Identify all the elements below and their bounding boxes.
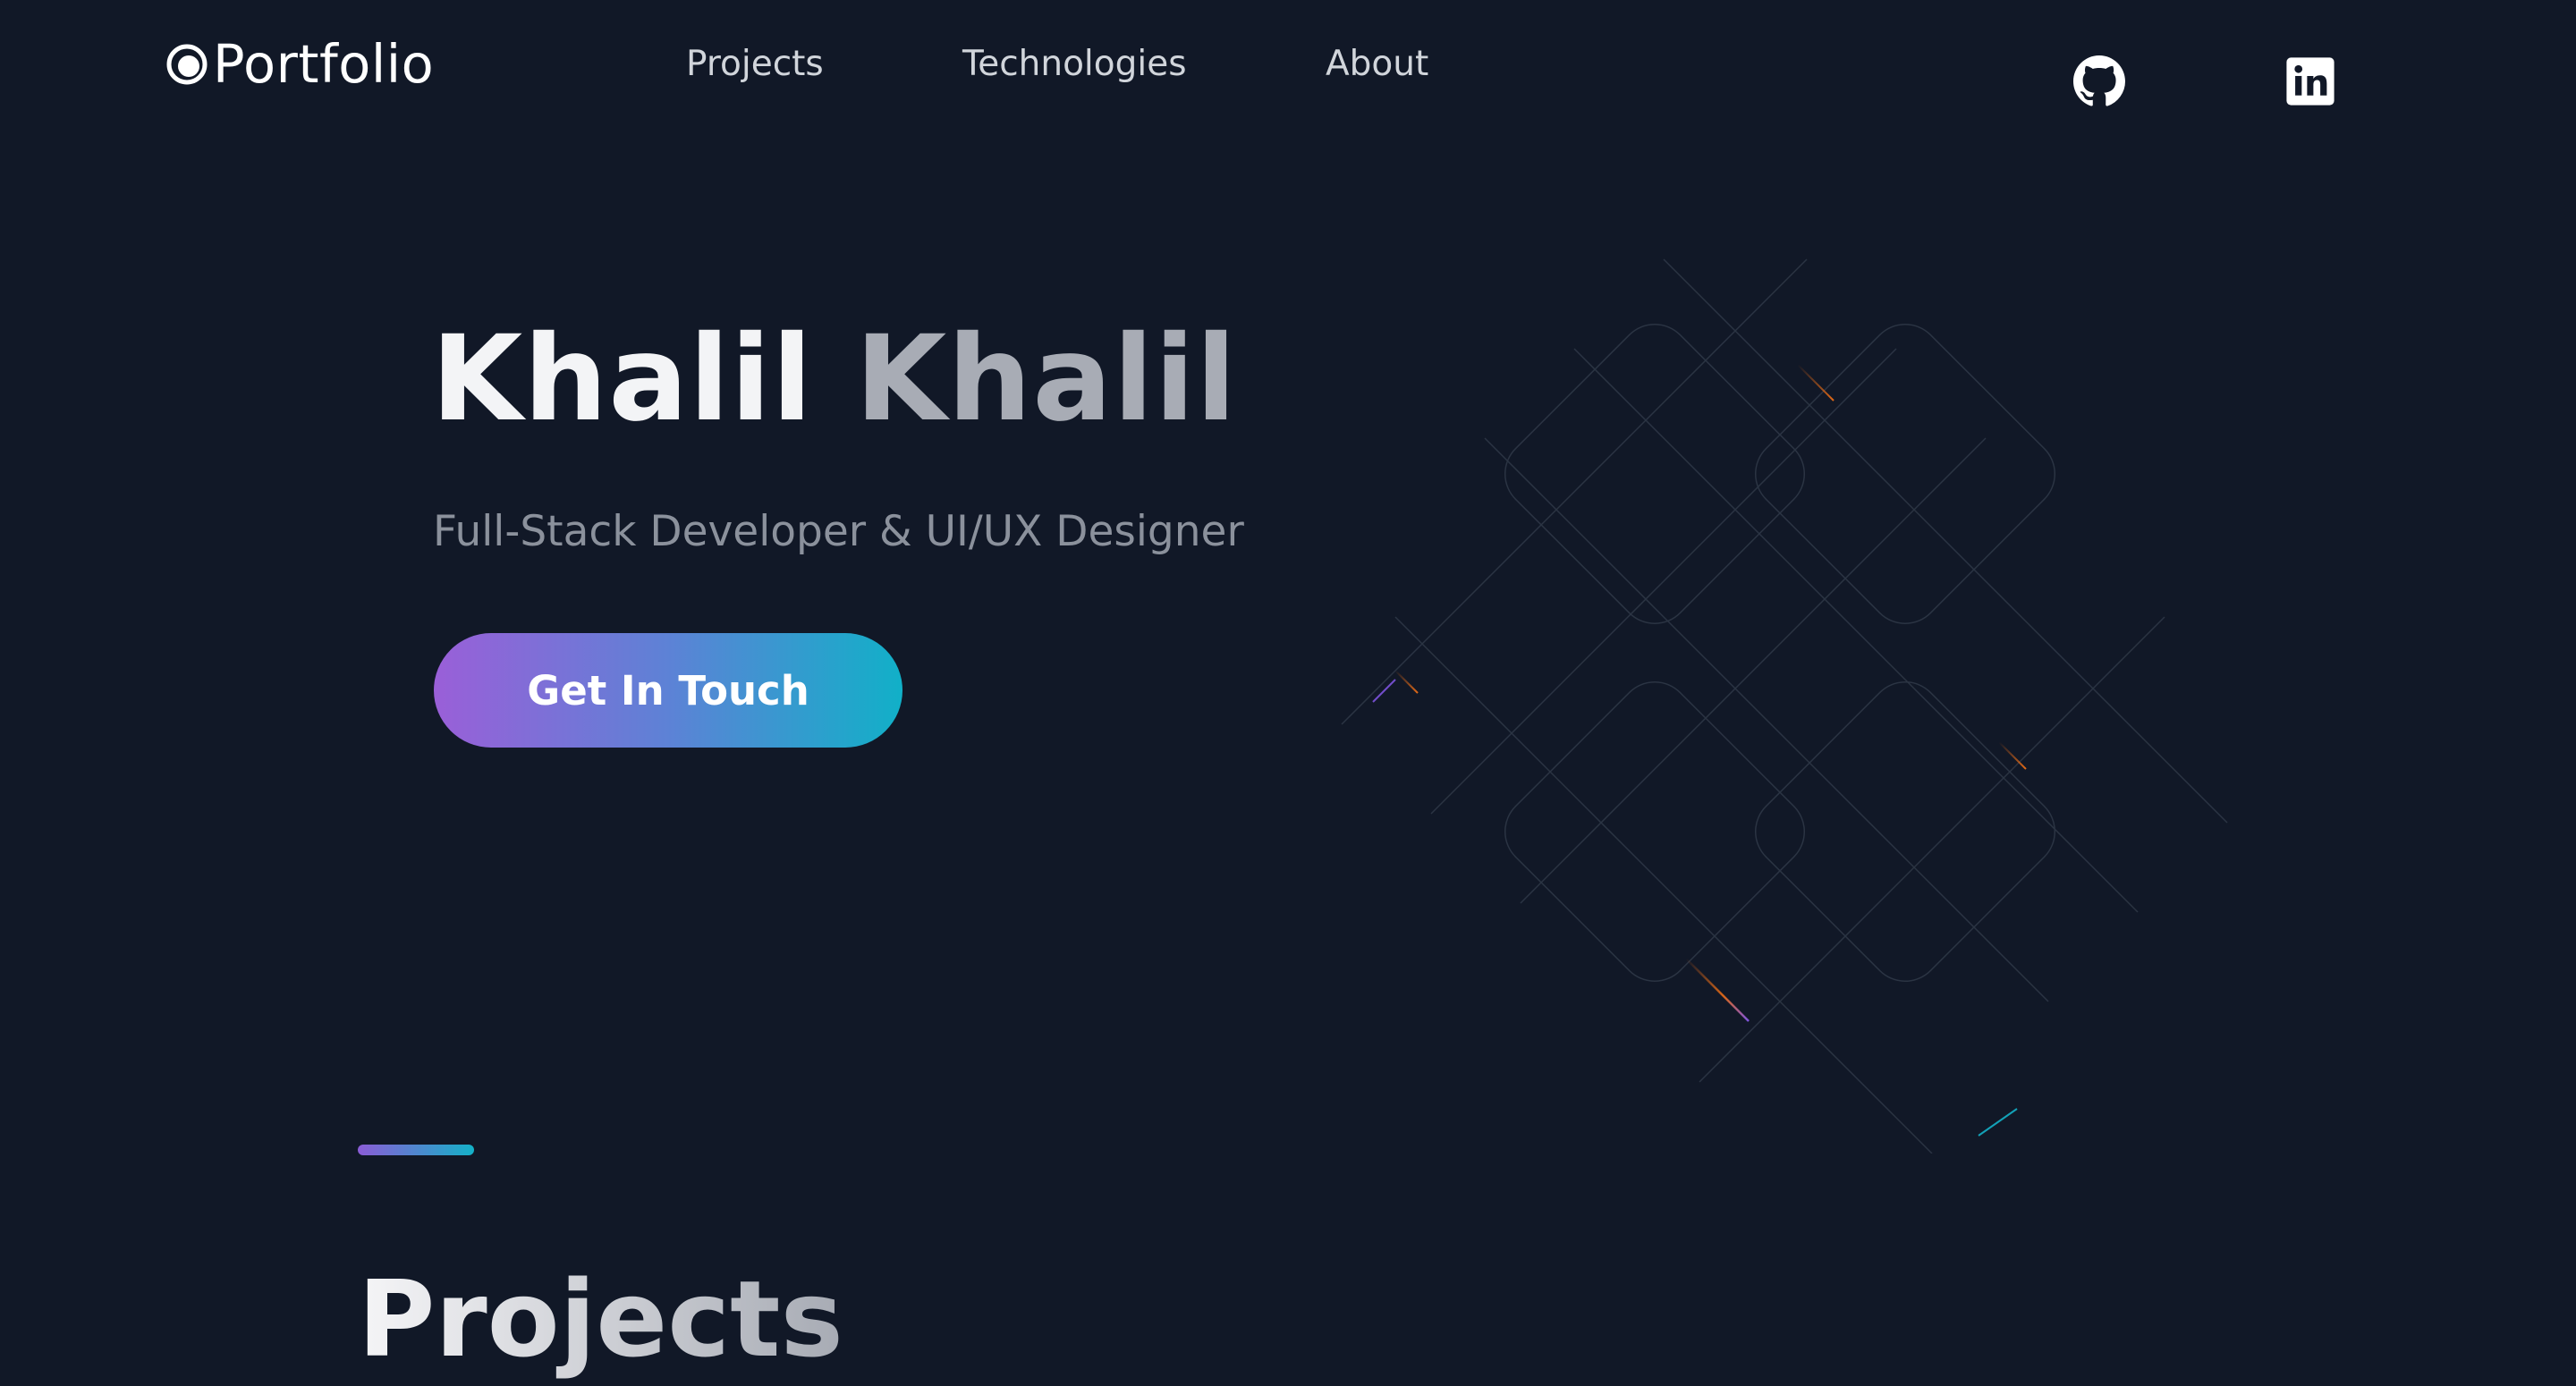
logo-link[interactable]: Portfolio bbox=[166, 32, 434, 97]
section-accent-bar bbox=[358, 1145, 474, 1155]
nav-technologies-link[interactable]: Technologies bbox=[962, 39, 1187, 89]
logo-icon bbox=[166, 44, 208, 85]
github-link[interactable] bbox=[2073, 55, 2125, 107]
projects-title: Projects bbox=[358, 1252, 843, 1386]
hero-name: Khalil Khalil bbox=[431, 308, 1237, 451]
nav-about-link[interactable]: About bbox=[1326, 39, 1428, 89]
hero-subtitle: Full-Stack Developer & UI/UX Designer bbox=[433, 507, 1244, 556]
linkedin-link[interactable] bbox=[2284, 55, 2336, 107]
logo-text: Portfolio bbox=[213, 33, 435, 95]
linkedin-icon bbox=[2286, 57, 2334, 106]
site-header: Portfolio Projects Technologies About bbox=[0, 0, 2576, 134]
hero-grid-graphic bbox=[1341, 258, 2228, 1154]
hero-last-name: Khalil bbox=[855, 310, 1238, 448]
get-in-touch-button[interactable]: Get In Touch bbox=[434, 633, 902, 748]
hero-first-name: Khalil bbox=[431, 310, 814, 448]
nav-projects-link[interactable]: Projects bbox=[686, 39, 824, 89]
github-icon bbox=[2073, 55, 2125, 106]
